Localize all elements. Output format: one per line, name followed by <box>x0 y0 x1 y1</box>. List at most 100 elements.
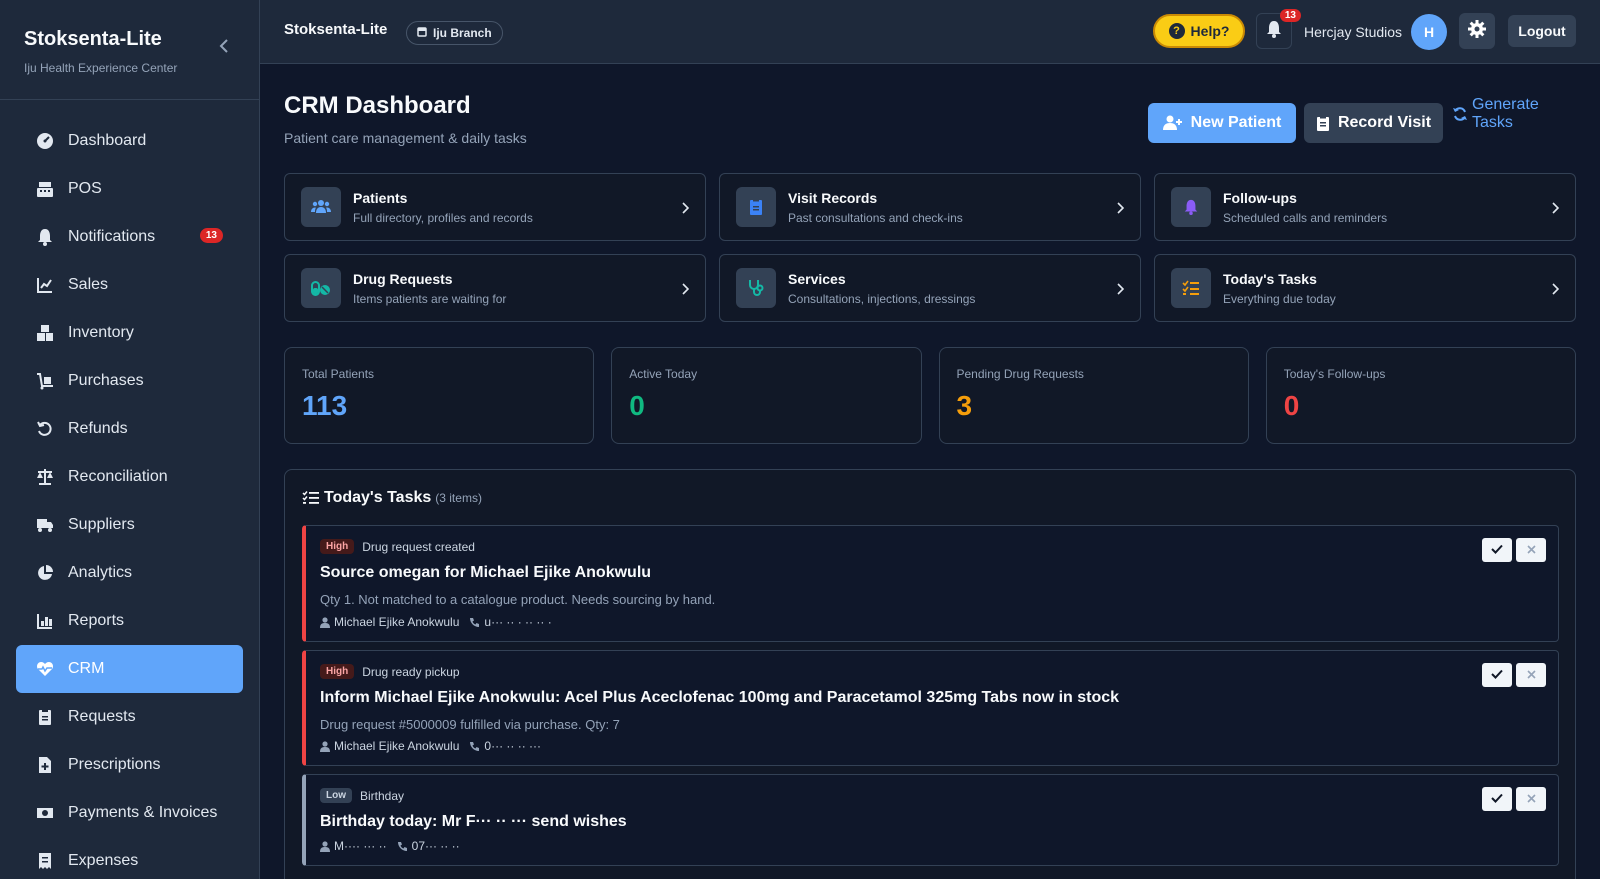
sidebar-item-reconciliation[interactable]: Reconciliation <box>16 453 243 501</box>
branch-label: Iju Branch <box>433 26 492 40</box>
sidebar-item-crm[interactable]: CRM <box>16 645 243 693</box>
notifications-button[interactable]: 13 <box>1256 9 1301 49</box>
visit-records-card[interactable]: Visit Records Past consultations and chec… <box>719 173 1141 241</box>
pills-icon <box>301 268 341 308</box>
sidebar-item-label: Requests <box>68 708 136 725</box>
clipboard-icon <box>1316 115 1330 131</box>
patient-name[interactable]: Michael Ejike Anokwulu <box>334 615 459 629</box>
notification-badge: 13 <box>1279 9 1301 22</box>
patient-name[interactable]: Michael Ejike Anokwulu <box>334 739 459 753</box>
check-icon <box>1491 790 1503 808</box>
stat-value: 3 <box>956 390 973 421</box>
complete-task-button[interactable] <box>1482 538 1512 562</box>
task-description: Drug request #5000009 fulfilled via purc… <box>320 717 620 732</box>
avatar[interactable]: H <box>1411 14 1447 50</box>
card-subtitle: Full directory, profiles and records <box>353 210 533 225</box>
truck-icon <box>36 516 54 534</box>
chevron-right-icon <box>1116 282 1125 300</box>
receipt-icon <box>36 852 54 870</box>
sidebar-item-label: Dashboard <box>68 132 147 149</box>
dismiss-task-button[interactable] <box>1516 538 1546 562</box>
stat-label: Total Patients <box>302 367 375 381</box>
pie-chart-icon <box>36 564 54 582</box>
card-subtitle: Past consultations and check-ins <box>788 210 963 225</box>
sidebar-item-label: Analytics <box>68 564 133 581</box>
question-icon: ? <box>1168 23 1185 39</box>
stat-value: 0 <box>1283 390 1300 421</box>
sidebar-item-label: Payments & Invoices <box>68 804 218 821</box>
patient-name[interactable]: M···· ··· ·· <box>334 839 387 853</box>
sidebar-item-sales[interactable]: Sales <box>16 261 243 309</box>
sidebar-item-prescriptions[interactable]: Prescriptions <box>16 741 243 789</box>
settings-button[interactable] <box>1459 13 1495 49</box>
task-meta: Michael Ejike Anokwulu u··· ·· · ·· ·· · <box>320 615 552 629</box>
user-icon <box>320 740 330 752</box>
logout-button[interactable]: Logout <box>1508 15 1576 47</box>
stat-value: 0 <box>629 390 645 421</box>
sidebar-item-expenses[interactable]: Expenses <box>16 837 243 879</box>
stat-todays-follow-ups: Today's Follow-ups 0 <box>1265 347 1576 444</box>
bar-chart-icon <box>36 612 54 630</box>
task-title: Birthday today: Mr F··· ·· ··· send wish… <box>320 813 627 830</box>
sidebar-item-payments[interactable]: Payments & Invoices <box>16 789 243 837</box>
chevron-right-icon <box>1116 201 1125 219</box>
sidebar-item-refunds[interactable]: Refunds <box>16 405 243 453</box>
dismiss-task-button[interactable] <box>1516 663 1546 687</box>
patients-card[interactable]: Patients Full directory, profiles and rec… <box>284 173 706 241</box>
priority-badge: High <box>320 539 355 554</box>
stat-active-today: Active Today 0 <box>611 347 922 444</box>
help-button[interactable]: ? Help? <box>1153 14 1245 48</box>
sidebar-item-purchases[interactable]: Purchases <box>16 357 243 405</box>
users-icon <box>301 187 341 227</box>
bell-icon <box>1171 187 1211 227</box>
sidebar-item-label: Inventory <box>68 324 134 341</box>
patient-phone[interactable]: 07··· ·· ·· <box>412 839 460 853</box>
user-plus-icon <box>1162 115 1183 131</box>
card-subtitle: Consultations, injections, dressings <box>788 291 976 306</box>
dismiss-task-button[interactable] <box>1516 787 1546 811</box>
new-patient-label: New Patient <box>1190 114 1282 131</box>
task-title: Source omegan for Michael Ejike Anokwulu <box>320 564 652 581</box>
generate-tasks-button[interactable]: Generate Tasks <box>1452 96 1576 131</box>
quick-links-grid: Patients Full directory, profiles and rec… <box>284 173 1576 322</box>
drug-requests-card[interactable]: Drug Requests Items patients are waiting … <box>284 254 706 322</box>
sidebar-item-inventory[interactable]: Inventory <box>16 309 243 357</box>
card-subtitle: Everything due today <box>1223 291 1336 306</box>
sidebar-item-analytics[interactable]: Analytics <box>16 549 243 597</box>
patient-phone[interactable]: u··· ·· · ·· ·· · <box>484 615 551 629</box>
services-card[interactable]: Services Consultations, injections, dress… <box>719 254 1141 322</box>
sidebar-item-dashboard[interactable]: Dashboard <box>16 117 243 165</box>
branch-selector[interactable]: Iju Branch <box>406 21 503 45</box>
follow-ups-card[interactable]: Follow-ups Scheduled calls and reminders <box>1154 173 1576 241</box>
sidebar-item-reports[interactable]: Reports <box>16 597 243 645</box>
task-item: High Drug ready pickup Inform Michael Ej… <box>302 650 1559 766</box>
sidebar-item-notifications[interactable]: Notifications 13 <box>16 213 243 261</box>
stat-value: 113 <box>302 390 348 421</box>
sidebar: Stoksenta-Lite Iju Health Experience Cen… <box>0 0 260 879</box>
dolly-icon <box>36 372 54 390</box>
todays-tasks-card[interactable]: Today's Tasks Everything due today <box>1154 254 1576 322</box>
complete-task-button[interactable] <box>1482 787 1512 811</box>
sidebar-item-label: Suppliers <box>68 516 135 533</box>
refresh-icon <box>1452 106 1468 122</box>
heart-pulse-icon <box>36 660 54 678</box>
sidebar-item-suppliers[interactable]: Suppliers <box>16 501 243 549</box>
card-title: Patients <box>353 189 408 206</box>
task-header: Low Birthday <box>320 788 404 803</box>
task-type: Drug request created <box>362 539 475 554</box>
sidebar-item-label: Expenses <box>68 852 139 869</box>
collapse-sidebar-icon[interactable] <box>217 38 233 54</box>
tasks-count: (3 items) <box>435 491 482 505</box>
record-visit-button[interactable]: Record Visit <box>1304 103 1443 143</box>
card-title: Follow-ups <box>1223 189 1297 206</box>
card-title: Services <box>788 270 846 287</box>
task-actions <box>1478 787 1546 811</box>
new-patient-button[interactable]: New Patient <box>1148 103 1296 143</box>
generate-tasks-label: Generate Tasks <box>1472 96 1539 131</box>
patient-phone[interactable]: 0··· ·· ·· ··· <box>484 739 541 753</box>
sidebar-item-pos[interactable]: POS <box>16 165 243 213</box>
complete-task-button[interactable] <box>1482 663 1512 687</box>
sidebar-item-requests[interactable]: Requests <box>16 693 243 741</box>
task-item: High Drug request created Source omegan … <box>302 525 1559 642</box>
tasks-title: Today's Tasks <box>324 489 432 506</box>
